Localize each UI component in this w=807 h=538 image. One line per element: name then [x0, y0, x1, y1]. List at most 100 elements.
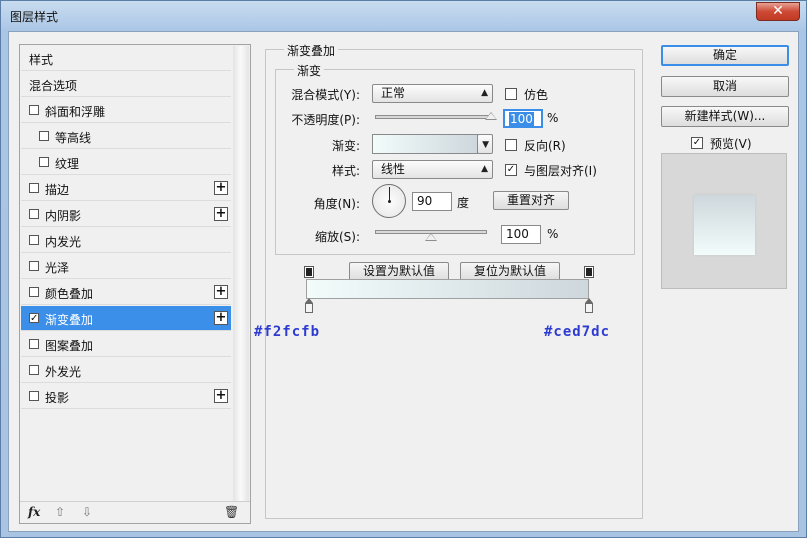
- style-item-checkbox[interactable]: [39, 157, 49, 167]
- style-item-checkbox[interactable]: [29, 287, 39, 297]
- scale-input[interactable]: 100: [501, 225, 541, 244]
- opacity-slider-thumb[interactable]: [485, 112, 497, 120]
- gradient-style-value: 线性: [381, 162, 406, 176]
- style-item-label: 纹理: [55, 157, 80, 171]
- opacity-slider[interactable]: [375, 115, 491, 119]
- style-item[interactable]: 投影 +: [21, 384, 231, 409]
- styles-bottom-bar: fx ⇧ ⇩ 🗑: [20, 501, 250, 523]
- style-item[interactable]: 外发光: [21, 358, 231, 383]
- style-item[interactable]: 内阴影 +: [21, 202, 231, 227]
- reset-alignment-button[interactable]: 重置对齐: [493, 191, 569, 210]
- style-item-label: 颜色叠加: [45, 287, 94, 301]
- move-up-icon[interactable]: ⇧: [55, 505, 65, 519]
- blend-mode-value: 正常: [381, 86, 406, 100]
- angle-unit: 度: [457, 196, 470, 210]
- style-item[interactable]: 等高线: [21, 124, 231, 149]
- add-instance-icon[interactable]: +: [214, 285, 228, 299]
- end-color-hex: #ced7dc: [544, 324, 611, 340]
- blend-mode-label: 混合模式(Y):: [291, 88, 360, 102]
- select-arrows-icon: ▲: [481, 88, 488, 98]
- gradient-style-select[interactable]: 线性 ▲: [372, 160, 493, 179]
- angle-dial-center: [388, 200, 391, 203]
- style-item-label: 内发光: [45, 235, 82, 249]
- style-item[interactable]: ✓ 渐变叠加 +: [21, 306, 231, 331]
- gradient-dropdown-button[interactable]: ▼: [477, 134, 493, 154]
- style-item-checkbox[interactable]: [29, 105, 39, 115]
- dither-checkbox[interactable]: [505, 88, 517, 100]
- gradient-overlay-title: 渐变叠加: [284, 42, 339, 59]
- opacity-label: 不透明度(P):: [291, 113, 360, 127]
- style-item-checkbox[interactable]: [29, 235, 39, 245]
- add-instance-icon[interactable]: +: [214, 181, 228, 195]
- style-item[interactable]: 样式: [21, 46, 231, 71]
- style-item[interactable]: 光泽: [21, 254, 231, 279]
- dither-label: 仿色: [524, 88, 549, 102]
- style-item-checkbox[interactable]: [29, 365, 39, 375]
- trash-icon[interactable]: 🗑: [224, 505, 239, 519]
- gradient-picker[interactable]: [372, 134, 478, 154]
- ok-button[interactable]: 确定: [661, 45, 789, 66]
- gradient-preview-bar[interactable]: [306, 279, 589, 299]
- style-item[interactable]: 斜面和浮雕: [21, 98, 231, 123]
- color-stop-right[interactable]: [585, 298, 593, 313]
- add-instance-icon[interactable]: +: [214, 311, 228, 325]
- style-item[interactable]: 混合选项: [21, 72, 231, 97]
- style-item-label: 斜面和浮雕: [45, 105, 106, 119]
- style-item[interactable]: 纹理: [21, 150, 231, 175]
- style-item-label: 渐变叠加: [45, 313, 94, 327]
- angle-label: 角度(N):: [313, 197, 360, 211]
- new-style-button[interactable]: 新建样式(W)...: [661, 106, 789, 127]
- blend-mode-select[interactable]: 正常 ▲: [372, 84, 493, 103]
- style-label: 样式:: [331, 164, 360, 178]
- style-preview-swatch: [694, 195, 755, 255]
- opacity-value: 100: [509, 112, 534, 126]
- reverse-checkbox[interactable]: [505, 139, 517, 151]
- style-item-label: 混合选项: [29, 79, 78, 93]
- align-with-layer-checkbox[interactable]: ✓: [505, 164, 517, 176]
- close-button[interactable]: ✕: [756, 2, 800, 21]
- style-item[interactable]: 描边 +: [21, 176, 231, 201]
- select-arrows-icon: ▲: [481, 164, 488, 174]
- scale-slider-thumb[interactable]: [425, 233, 437, 241]
- gradient-subgroup-title: 渐变: [294, 62, 325, 79]
- style-item-label: 投影: [45, 391, 70, 405]
- style-item-checkbox[interactable]: [29, 183, 39, 193]
- style-item-label: 图案叠加: [45, 339, 94, 353]
- style-item-label: 内阴影: [45, 209, 82, 223]
- start-color-hex: #f2fcfb: [254, 324, 321, 340]
- style-item-label: 等高线: [55, 131, 92, 145]
- move-down-icon[interactable]: ⇩: [82, 505, 92, 519]
- gradient-label: 渐变:: [331, 139, 360, 153]
- styles-scrollbar[interactable]: [233, 46, 249, 504]
- style-item-label: 光泽: [45, 261, 70, 275]
- style-item-checkbox[interactable]: [29, 339, 39, 349]
- style-preview-box: [661, 153, 787, 289]
- style-item-checkbox[interactable]: [29, 391, 39, 401]
- angle-dial[interactable]: [372, 184, 406, 218]
- opacity-stop-left[interactable]: [304, 266, 314, 278]
- style-item-label: 样式: [29, 53, 54, 67]
- reverse-label: 反向(R): [524, 139, 566, 153]
- cancel-button[interactable]: 取消: [661, 76, 789, 97]
- fx-icon[interactable]: fx: [28, 505, 40, 519]
- style-item[interactable]: 颜色叠加 +: [21, 280, 231, 305]
- style-item[interactable]: 内发光: [21, 228, 231, 253]
- opacity-stop-right[interactable]: [584, 266, 594, 278]
- align-with-layer-label: 与图层对齐(I): [524, 164, 597, 178]
- dialog-client-area: 样式混合选项斜面和浮雕等高线纹理描边 + 内阴影 + 内发光光泽颜色叠加 + ✓ 渐变叠加 + 图…: [8, 31, 799, 532]
- add-instance-icon[interactable]: +: [214, 207, 228, 221]
- style-item-checkbox[interactable]: [29, 209, 39, 219]
- angle-input[interactable]: 90: [412, 192, 452, 211]
- style-item[interactable]: 图案叠加: [21, 332, 231, 357]
- add-instance-icon[interactable]: +: [214, 389, 228, 403]
- style-item-checkbox[interactable]: ✓: [29, 313, 39, 324]
- scale-label: 缩放(S):: [314, 230, 360, 244]
- title-bar[interactable]: 图层样式 ✕: [1, 1, 806, 31]
- style-item-checkbox[interactable]: [39, 131, 49, 141]
- opacity-unit: %: [547, 111, 559, 125]
- style-item-label: 描边: [45, 183, 70, 197]
- style-item-checkbox[interactable]: [29, 261, 39, 271]
- preview-checkbox[interactable]: ✓: [691, 137, 703, 149]
- opacity-input[interactable]: 100: [503, 109, 543, 128]
- color-stop-left[interactable]: [305, 298, 313, 313]
